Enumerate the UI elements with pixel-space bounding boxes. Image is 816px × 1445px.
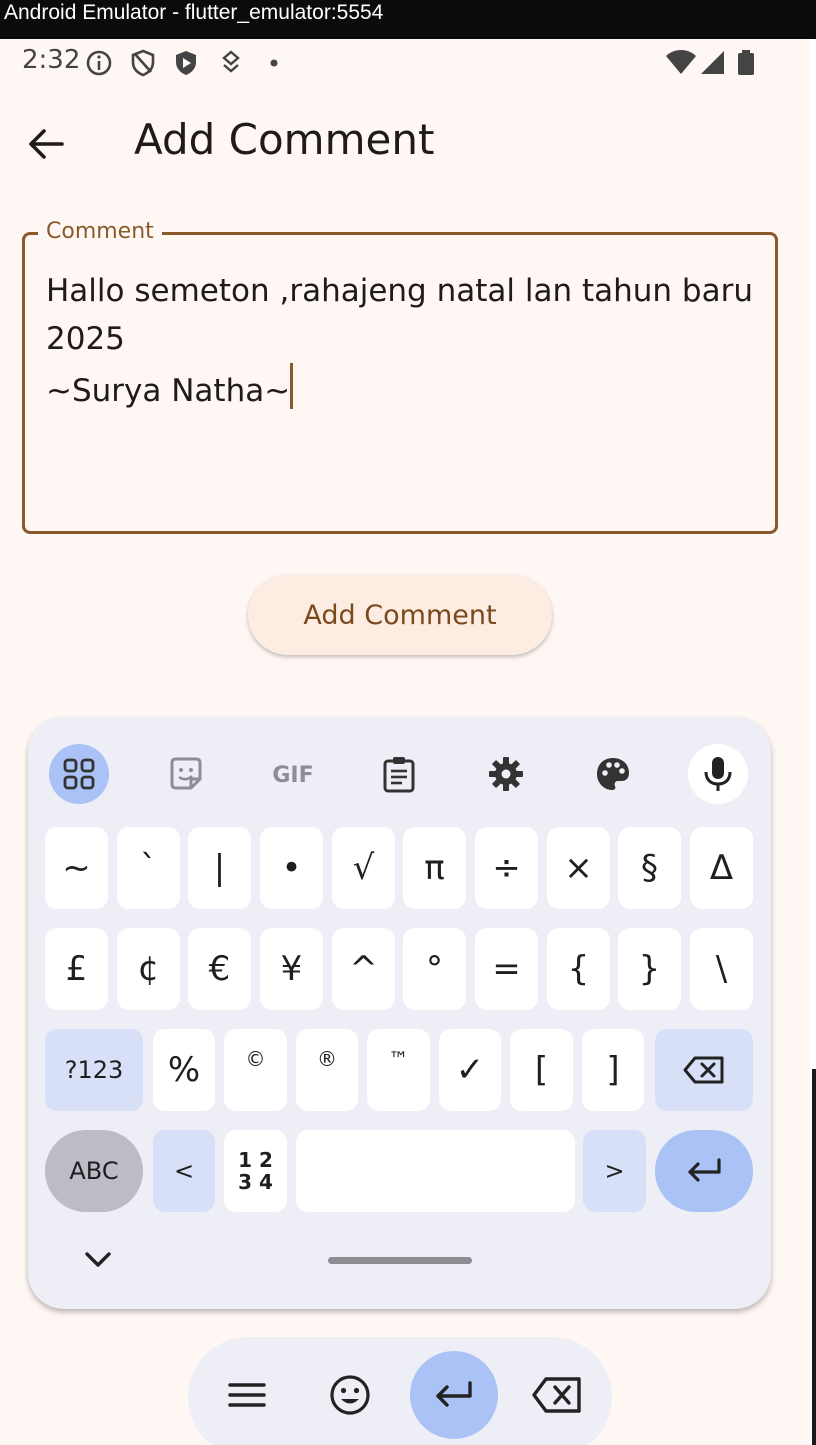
gif-button[interactable]: GIF	[263, 744, 323, 804]
backspace-icon	[532, 1377, 581, 1413]
window-titlebar: Android Emulator - flutter_emulator:5554	[0, 0, 816, 39]
key-enter[interactable]	[655, 1130, 753, 1212]
nav-backspace-button[interactable]	[513, 1351, 601, 1439]
key-left-bracket[interactable]: [	[510, 1029, 573, 1111]
key-degree[interactable]: °	[403, 928, 466, 1010]
signal-icon	[701, 51, 724, 74]
key-trademark[interactable]: ™	[367, 1029, 430, 1111]
info-icon	[86, 50, 112, 76]
battery-icon	[738, 50, 754, 75]
apps-grid-button[interactable]	[49, 744, 109, 804]
nav-emoji-button[interactable]	[306, 1351, 394, 1439]
key-pipe[interactable]: |	[188, 827, 251, 909]
key-sqrt[interactable]: √	[332, 827, 395, 909]
key-backtick[interactable]: `	[117, 827, 180, 909]
add-comment-button[interactable]: Add Comment	[248, 575, 552, 655]
status-time: 2:32	[22, 45, 81, 75]
nav-pill	[188, 1337, 612, 1445]
key-left-brace[interactable]: {	[547, 928, 610, 1010]
comment-text[interactable]: Hallo semeton ,rahajeng natal lan tahun …	[46, 267, 766, 415]
wifi-icon	[666, 50, 696, 74]
key-multiply[interactable]: ×	[547, 827, 610, 909]
key-greater-than[interactable]: >	[583, 1130, 646, 1212]
key-section[interactable]: §	[618, 827, 681, 909]
enter-icon	[436, 1381, 472, 1407]
window-right-edge	[810, 39, 816, 1445]
sticker-icon	[170, 757, 202, 790]
gif-icon: GIF	[272, 763, 313, 788]
status-bar: 2:32	[0, 39, 810, 89]
key-yen[interactable]: ¥	[260, 928, 323, 1010]
clipboard-button[interactable]	[369, 744, 429, 804]
key-symbols-mode[interactable]: ?123	[45, 1029, 143, 1111]
arrow-back-icon[interactable]	[24, 122, 68, 166]
key-less-than[interactable]: <	[153, 1130, 215, 1212]
key-caret[interactable]: ^	[332, 928, 395, 1010]
comment-value: Hallo semeton ,rahajeng natal lan tahun …	[46, 273, 753, 409]
key-divide[interactable]: ÷	[475, 827, 538, 909]
key-right-bracket[interactable]: ]	[582, 1029, 644, 1111]
clipboard-icon	[383, 757, 415, 793]
dot-icon	[270, 59, 278, 67]
key-space[interactable]	[296, 1130, 575, 1212]
key-pi[interactable]: π	[403, 827, 466, 909]
key-abc-mode[interactable]: ABC	[45, 1130, 143, 1212]
soft-keyboard: GIF ~ ` | • √ π ÷ × § Δ £ ¢ € ¥ ^ ° = {…	[28, 717, 771, 1309]
key-equals[interactable]: =	[475, 928, 538, 1010]
mic-icon	[704, 757, 732, 791]
comment-label: Comment	[38, 219, 162, 244]
voice-input-button[interactable]	[688, 744, 748, 804]
theme-button[interactable]	[583, 744, 643, 804]
sticker-button[interactable]	[156, 744, 216, 804]
key-backspace[interactable]	[655, 1029, 753, 1111]
add-comment-label: Add Comment	[303, 599, 497, 631]
download-icon	[222, 50, 240, 73]
window-edge-bar	[812, 1069, 816, 1445]
backspace-icon	[683, 1056, 724, 1084]
key-checkmark[interactable]: ✓	[439, 1029, 501, 1111]
svg-text:GIF: GIF	[272, 763, 313, 788]
key-copyright[interactable]: ©	[224, 1029, 287, 1111]
palette-icon	[597, 758, 629, 790]
enter-icon	[688, 1158, 721, 1182]
key-pound[interactable]: £	[45, 928, 108, 1010]
shield-off-icon	[131, 49, 155, 77]
keyboard-drag-handle[interactable]	[328, 1257, 472, 1264]
key-backslash[interactable]: \	[690, 928, 753, 1010]
text-caret	[290, 363, 294, 409]
apps-grid-icon	[63, 758, 95, 790]
menu-icon	[228, 1383, 266, 1407]
nav-enter-button[interactable]	[410, 1351, 498, 1439]
emulator-screen: 2:32 Add Comment Comment Hallo semeton ,…	[0, 39, 810, 1445]
shield-play-icon	[176, 51, 196, 75]
key-delta[interactable]: Δ	[690, 827, 753, 909]
gear-icon	[489, 757, 523, 791]
nav-menu-button[interactable]	[203, 1351, 291, 1439]
page-title: Add Comment	[134, 115, 435, 164]
emoji-icon	[330, 1375, 370, 1415]
key-percent[interactable]: %	[153, 1029, 215, 1111]
key-cent[interactable]: ¢	[117, 928, 180, 1010]
settings-button[interactable]	[476, 744, 536, 804]
window-title: Android Emulator - flutter_emulator:5554	[4, 1, 384, 24]
key-right-brace[interactable]: }	[618, 928, 681, 1010]
key-tilde[interactable]: ~	[45, 827, 108, 909]
chevron-down-icon[interactable]	[80, 1245, 116, 1275]
key-bullet[interactable]: •	[260, 827, 323, 909]
key-registered[interactable]: ®	[296, 1029, 358, 1111]
key-euro[interactable]: €	[188, 928, 251, 1010]
key-numpad[interactable]: 1 23 4	[224, 1130, 287, 1212]
